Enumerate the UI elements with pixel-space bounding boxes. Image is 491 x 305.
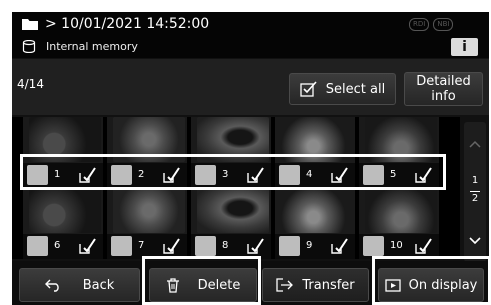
thumbnail-image[interactable]	[29, 117, 101, 162]
thumbnail-6[interactable]: 6	[23, 188, 103, 259]
select-checkbox[interactable]	[363, 236, 384, 256]
thumbnail-number: 7	[138, 240, 145, 251]
image-count: 4/14	[17, 77, 44, 91]
on-display-button[interactable]: On display	[378, 268, 484, 302]
thumbnail-image[interactable]	[281, 188, 353, 233]
rdi-badge: RDI	[409, 18, 430, 31]
page-down-button[interactable]	[467, 226, 483, 256]
info-button[interactable]: i	[451, 38, 478, 56]
thumbnail-1[interactable]: 1	[23, 117, 103, 188]
select-checkbox[interactable]	[279, 165, 300, 185]
on-display-label: On display	[408, 277, 478, 293]
export-icon	[247, 167, 264, 183]
select-checkbox[interactable]	[195, 165, 216, 185]
thumbnail-image[interactable]	[365, 188, 437, 233]
thumbnail-image[interactable]	[197, 117, 269, 162]
select-all-label: Select all	[325, 81, 386, 97]
transfer-label: Transfer	[302, 277, 355, 293]
display-play-icon	[384, 278, 401, 292]
storage-label: Internal memory	[46, 40, 138, 53]
nbi-badge: NBI	[433, 18, 454, 31]
thumbnail-image[interactable]	[113, 188, 185, 233]
back-arrow-icon	[44, 279, 59, 292]
current-page: 1	[471, 175, 479, 186]
thumbnail-number: 5	[390, 169, 397, 180]
thumbnail-image[interactable]	[197, 188, 269, 233]
thumbnail-number: 3	[222, 169, 229, 180]
thumbnail-number: 8	[222, 240, 229, 251]
export-icon	[247, 238, 264, 254]
export-icon	[79, 167, 96, 183]
total-pages: 2	[471, 193, 479, 204]
thumbnail-image[interactable]	[281, 117, 353, 162]
detailed-info-button[interactable]: Detailed info	[404, 72, 483, 106]
export-icon	[415, 238, 432, 254]
detailed-info-label-line1: Detailed	[416, 74, 471, 89]
select-checkbox[interactable]	[195, 236, 216, 256]
thumbnail-8[interactable]: 8	[191, 188, 271, 259]
thumbnail-grid: 1 2 3 4 5 6 7 8 9 10	[12, 117, 460, 259]
checkbox-icon	[300, 81, 317, 97]
thumbnail-number: 10	[390, 240, 403, 251]
thumbnail-7[interactable]: 7	[107, 188, 187, 259]
back-label: Back	[82, 277, 115, 293]
delete-button[interactable]: Delete	[149, 268, 257, 302]
mode-badges: RDI NBI	[409, 18, 454, 31]
footer: Back Delete Transfer On display	[12, 261, 489, 305]
back-button[interactable]: Back	[19, 268, 140, 302]
current-path: > 10/01/2021 14:52:00	[45, 16, 210, 32]
export-icon	[415, 167, 432, 183]
select-checkbox[interactable]	[27, 236, 48, 256]
transfer-button[interactable]: Transfer	[262, 268, 369, 302]
memory-icon	[22, 40, 36, 53]
thumbnail-number: 9	[306, 240, 313, 251]
thumbnail-number: 6	[54, 240, 61, 251]
select-checkbox[interactable]	[111, 236, 132, 256]
toolbar: 4/14 Select all Detailed info	[12, 59, 489, 115]
thumbnail-image[interactable]	[365, 117, 437, 162]
thumbnail-10[interactable]: 10	[359, 188, 439, 259]
page-up-button[interactable]	[467, 128, 483, 158]
select-checkbox[interactable]	[279, 236, 300, 256]
trash-icon	[166, 278, 179, 293]
thumbnail-2[interactable]: 2	[107, 117, 187, 188]
thumbnail-4[interactable]: 4	[275, 117, 355, 188]
select-checkbox[interactable]	[111, 165, 132, 185]
export-icon	[163, 167, 180, 183]
header: > 10/01/2021 14:52:00 RDI NBI Internal m…	[12, 12, 489, 58]
screen: > 10/01/2021 14:52:00 RDI NBI Internal m…	[12, 12, 489, 305]
page-divider	[470, 191, 480, 192]
select-all-button[interactable]: Select all	[289, 73, 396, 105]
thumbnail-number: 2	[138, 169, 145, 180]
export-icon	[163, 238, 180, 254]
detailed-info-label-line2: info	[431, 89, 456, 104]
select-checkbox[interactable]	[363, 165, 384, 185]
thumbnail-image[interactable]	[113, 117, 185, 162]
thumbnail-3[interactable]: 3	[191, 117, 271, 188]
thumbnail-5[interactable]: 5	[359, 117, 439, 188]
thumbnail-number: 4	[306, 169, 313, 180]
thumbnail-image[interactable]	[29, 188, 101, 233]
thumbnail-9[interactable]: 9	[275, 188, 355, 259]
folder-icon	[22, 19, 38, 30]
page-scroller: 1 2	[464, 122, 486, 262]
export-icon	[331, 238, 348, 254]
select-checkbox[interactable]	[27, 165, 48, 185]
transfer-icon	[276, 278, 294, 292]
delete-label: Delete	[197, 277, 241, 293]
export-icon	[79, 238, 96, 254]
export-icon	[331, 167, 348, 183]
thumbnail-number: 1	[54, 169, 61, 180]
